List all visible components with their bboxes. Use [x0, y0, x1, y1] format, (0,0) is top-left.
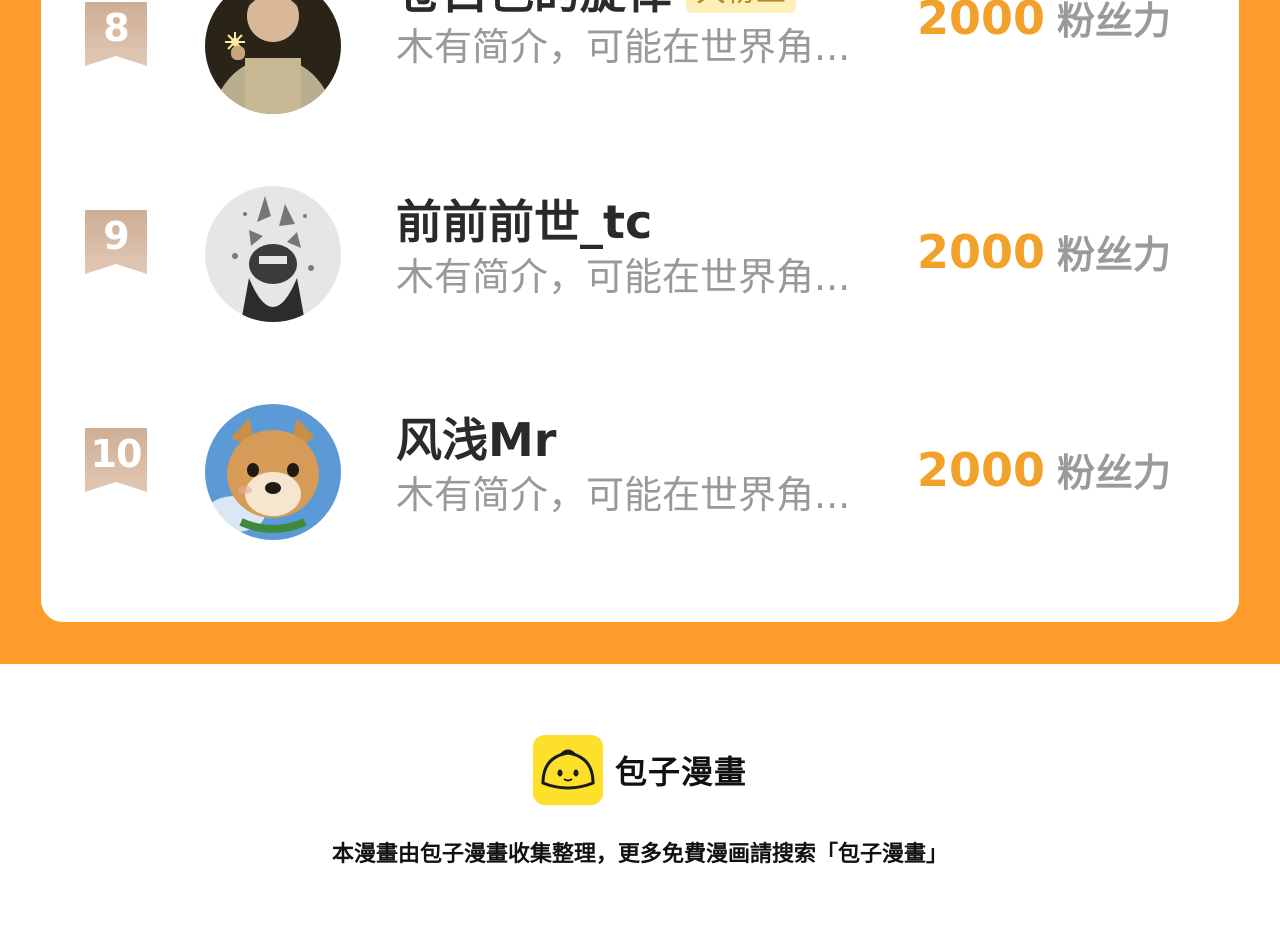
person-with-sparkler-icon	[205, 0, 341, 114]
fan-power-score: 2000 粉丝力	[917, 222, 1171, 293]
fan-level-badge: 大粉丝	[686, 0, 796, 13]
user-bio: 木有简介，可能在世界角...	[396, 25, 851, 69]
user-bio: 木有简介，可能在世界角...	[396, 473, 851, 517]
ranking-row[interactable]: 10 风浅Mr 木有简介，可能在世界角... 2000 粉丝力	[41, 404, 1239, 544]
score-unit: 粉丝力	[1057, 451, 1172, 495]
rank-number: 9	[103, 214, 129, 258]
fan-power-score: 2000 粉丝力	[917, 0, 1171, 59]
name-line: 风浅Mr	[396, 410, 556, 470]
score-value: 2000	[917, 225, 1046, 279]
rank-number: 10	[90, 432, 143, 476]
user-avatar[interactable]	[205, 404, 341, 540]
brand-logo[interactable]: 包子漫畫	[533, 735, 747, 805]
ranking-row[interactable]: 8 苍白色的旋律 大粉丝 木有简介，可能在世界角... 200	[41, 0, 1239, 118]
rank-badge: 8	[85, 2, 147, 66]
footer-notice: 本漫畫由包子漫畫收集整理，更多免費漫画請搜索「包子漫畫」	[331, 842, 948, 867]
shiba-dog-icon	[205, 404, 341, 540]
brand-name: 包子漫畫	[615, 753, 748, 791]
score-value: 2000	[917, 0, 1046, 45]
score-unit: 粉丝力	[1057, 0, 1172, 43]
username[interactable]: 风浅Mr	[396, 410, 556, 470]
user-avatar[interactable]	[205, 0, 341, 114]
rank-badge: 10	[85, 428, 147, 492]
name-line: 苍白色的旋律 大粉丝	[396, 0, 796, 22]
bun-mascot-icon	[533, 735, 603, 805]
score-value: 2000	[917, 443, 1046, 497]
grey-abstract-figure-icon	[205, 186, 341, 322]
score-unit: 粉丝力	[1057, 233, 1172, 277]
username[interactable]: 前前前世_tc	[396, 192, 652, 252]
user-avatar[interactable]	[205, 186, 341, 322]
user-bio: 木有简介，可能在世界角...	[396, 255, 851, 299]
rank-badge: 9	[85, 210, 147, 274]
name-line: 前前前世_tc	[396, 192, 652, 252]
username[interactable]: 苍白色的旋律	[396, 0, 672, 22]
ranking-row[interactable]: 9 前前前世_tc 木有简介，可能在世界角... 2000 粉丝力	[41, 186, 1239, 326]
bun-mascot-graphic	[533, 735, 603, 805]
rank-number: 8	[103, 6, 129, 50]
ranking-card: 8 苍白色的旋律 大粉丝 木有简介，可能在世界角... 200	[41, 0, 1239, 622]
fan-power-score: 2000 粉丝力	[917, 440, 1171, 511]
